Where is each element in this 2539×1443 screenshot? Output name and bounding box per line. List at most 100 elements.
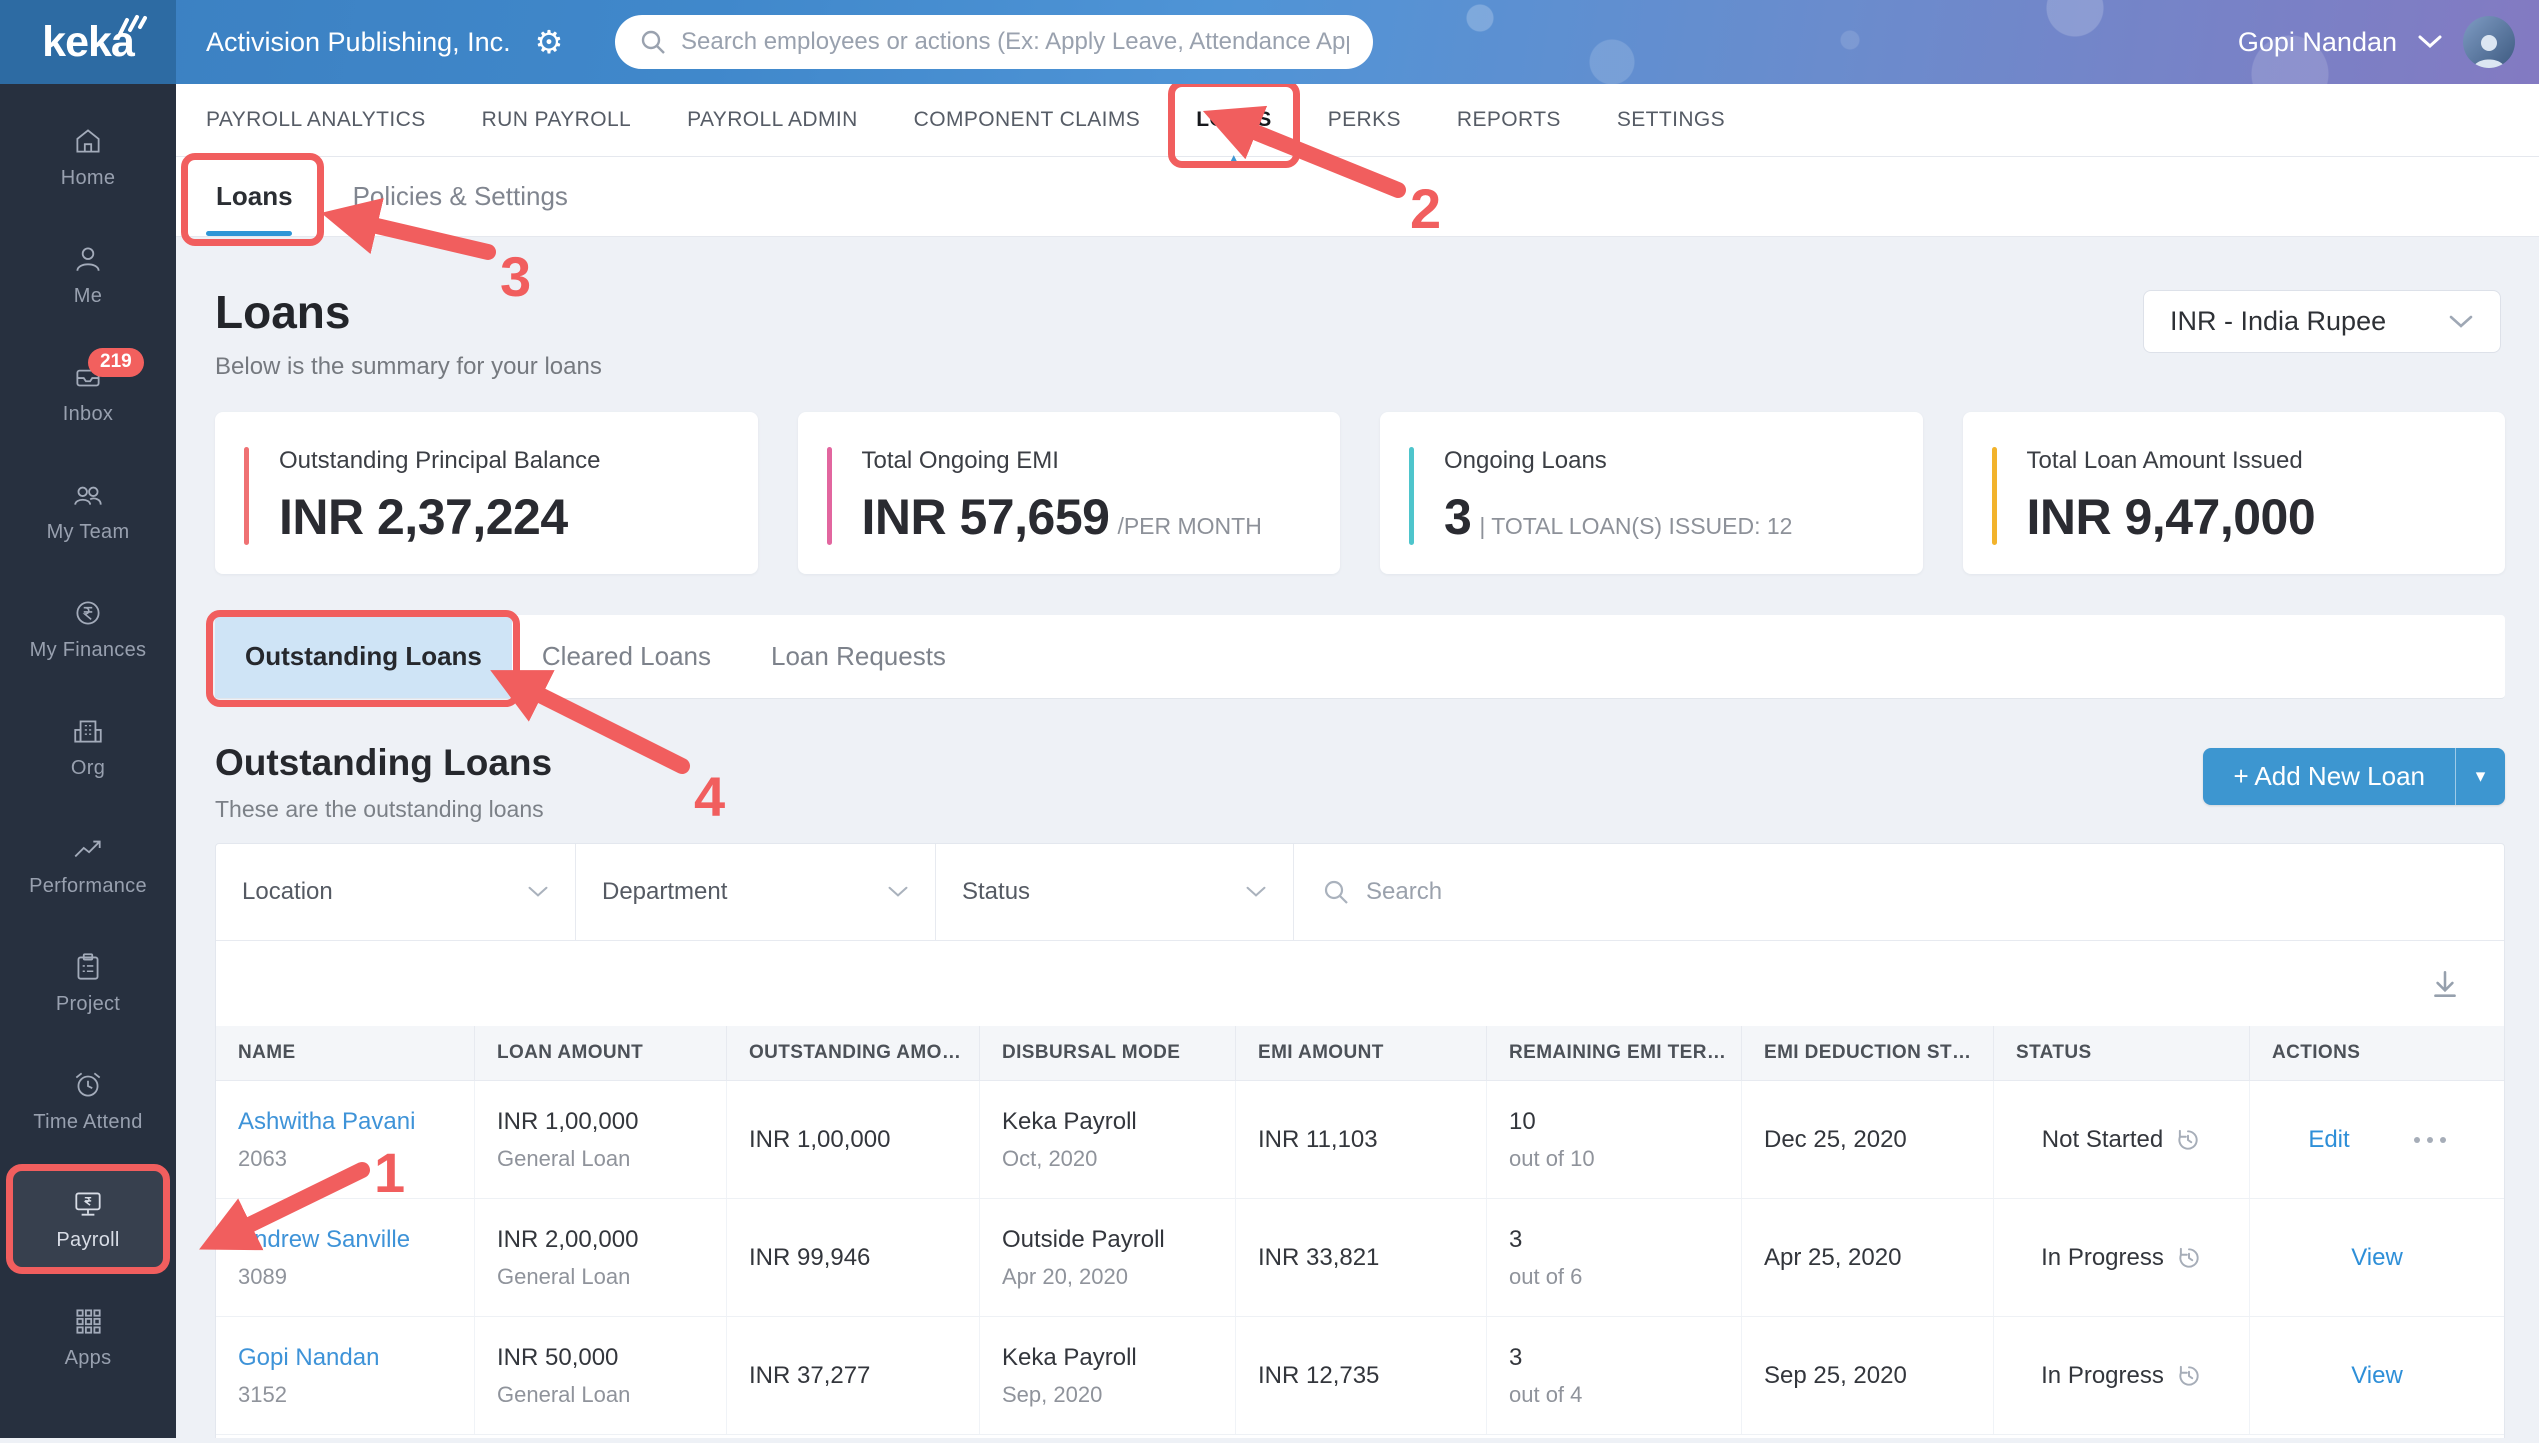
sidebar-item-apps[interactable]: Apps bbox=[0, 1278, 176, 1396]
tab-settings[interactable]: SETTINGS bbox=[1617, 108, 1725, 132]
tab-payroll-analytics[interactable]: PAYROLL ANALYTICS bbox=[206, 108, 426, 132]
sidebar-item-my-finances[interactable]: My Finances bbox=[0, 570, 176, 688]
subtab-policies-settings[interactable]: Policies & Settings bbox=[323, 157, 598, 236]
col-actions[interactable]: ACTIONS bbox=[2250, 1026, 2504, 1080]
loans-subnav: Loans Policies & Settings bbox=[176, 153, 2539, 246]
user-menu[interactable]: Gopi Nandan bbox=[2238, 0, 2515, 84]
view-link[interactable]: View bbox=[2351, 1362, 2403, 1390]
chevron-down-icon bbox=[888, 886, 908, 897]
summary-cards: Outstanding Principal Balance INR 2,37,2… bbox=[215, 412, 2505, 574]
rupee-circle-icon bbox=[71, 596, 105, 630]
col-disbursal-mode[interactable]: DISBURSAL MODE bbox=[980, 1026, 1236, 1080]
col-status[interactable]: STATUS bbox=[1994, 1026, 2250, 1080]
department-filter[interactable]: Department bbox=[576, 844, 936, 940]
card-accent bbox=[1991, 447, 1997, 545]
sidebar-item-home[interactable]: Home bbox=[0, 98, 176, 216]
sidebar-item-time-attend[interactable]: Time Attend bbox=[0, 1042, 176, 1160]
table-row: Andrew Sanville 3089 INR 2,00,000 General … bbox=[216, 1199, 2504, 1317]
tab-cleared-loans[interactable]: Cleared Loans bbox=[512, 615, 741, 698]
card-accent bbox=[244, 447, 249, 545]
employee-link[interactable]: Gopi Nandan bbox=[238, 1344, 452, 1372]
tab-payroll-admin[interactable]: PAYROLL ADMIN bbox=[687, 108, 858, 132]
more-actions-icon[interactable] bbox=[2413, 1136, 2446, 1143]
table-search[interactable] bbox=[1294, 844, 2504, 940]
status-text: Not Started bbox=[2041, 1125, 2164, 1153]
view-link[interactable]: View bbox=[2351, 1244, 2403, 1272]
clipboard-icon bbox=[71, 950, 105, 984]
section-title: Outstanding Loans bbox=[215, 742, 553, 783]
download-icon[interactable] bbox=[2428, 967, 2462, 1001]
edit-link[interactable]: Edit bbox=[2308, 1126, 2349, 1154]
sidebar-item-me[interactable]: Me bbox=[0, 216, 176, 334]
tab-loans[interactable]: LOANS ▲ bbox=[1168, 84, 1300, 172]
tab-perks[interactable]: PERKS bbox=[1328, 108, 1401, 132]
table-search-input[interactable] bbox=[1366, 878, 2476, 906]
search-icon bbox=[641, 30, 665, 54]
card-suffix: | TOTAL LOAN(S) ISSUED: 12 bbox=[1479, 513, 1793, 539]
card-accent bbox=[826, 447, 832, 545]
history-icon[interactable] bbox=[2176, 1245, 2202, 1271]
sidebar-item-payroll[interactable]: Payroll bbox=[0, 1160, 176, 1278]
global-search-input[interactable] bbox=[681, 28, 1349, 56]
tab-component-claims[interactable]: COMPONENT CLAIMS bbox=[914, 108, 1141, 132]
subtab-loans[interactable]: Loans bbox=[181, 153, 324, 246]
sidebar-item-org[interactable]: Org bbox=[0, 688, 176, 806]
location-filter[interactable]: Location bbox=[216, 844, 576, 940]
col-name[interactable]: NAME bbox=[216, 1026, 475, 1080]
building-icon bbox=[71, 714, 105, 748]
add-new-loan-button[interactable]: + Add New Loan ▾ bbox=[2203, 748, 2505, 805]
chevron-down-icon bbox=[528, 886, 548, 897]
table-toolbar bbox=[216, 941, 2504, 1026]
loan-tabs: Outstanding Loans Cleared Loans Loan Req… bbox=[206, 610, 2505, 707]
keka-logo[interactable]: keka bbox=[0, 0, 176, 84]
table-header: NAME LOAN AMOUNT OUTSTANDING AMO… DISBUR… bbox=[216, 1026, 2504, 1081]
sidebar-item-project[interactable]: Project bbox=[0, 924, 176, 1042]
page-subtitle: Below is the summary for your loans bbox=[215, 353, 602, 380]
avatar[interactable] bbox=[2463, 16, 2515, 68]
chevron-down-icon bbox=[1246, 886, 1266, 897]
tab-loan-requests[interactable]: Loan Requests bbox=[741, 615, 976, 698]
col-loan-amount[interactable]: LOAN AMOUNT bbox=[475, 1026, 727, 1080]
global-search[interactable] bbox=[615, 15, 1373, 69]
history-icon[interactable] bbox=[2175, 1127, 2201, 1153]
company-name: Activision Publishing, Inc. bbox=[206, 26, 511, 57]
employee-link[interactable]: Ashwitha Pavani bbox=[238, 1108, 452, 1136]
col-outstanding[interactable]: OUTSTANDING AMO… bbox=[727, 1026, 980, 1080]
filters-bar: Location Department Status bbox=[216, 844, 2504, 941]
card-value: 3 bbox=[1444, 489, 1472, 545]
card-ongoing-loans: Ongoing Loans 3 | TOTAL LOAN(S) ISSUED: … bbox=[1380, 412, 1923, 574]
card-suffix: /PER MONTH bbox=[1117, 513, 1262, 539]
history-icon[interactable] bbox=[2176, 1363, 2202, 1389]
col-emi-amount[interactable]: EMI AMOUNT bbox=[1236, 1026, 1487, 1080]
page-header: Loans Below is the summary for your loan… bbox=[215, 237, 2505, 381]
card-accent bbox=[1409, 447, 1414, 545]
card-value: INR 57,659 bbox=[861, 489, 1110, 545]
col-emi-deduction[interactable]: EMI DEDUCTION ST… bbox=[1742, 1026, 1994, 1080]
card-total-ongoing-emi: Total Ongoing EMI INR 57,659 /PER MONTH bbox=[797, 412, 1340, 574]
inbox-badge: 219 bbox=[88, 348, 144, 377]
gear-icon[interactable]: ⚙ bbox=[535, 26, 564, 58]
active-tab-caret-icon: ▲ bbox=[1222, 148, 1246, 173]
loans-panel: Location Department Status Search NAME L… bbox=[215, 843, 2505, 1438]
apps-grid-icon bbox=[71, 1304, 105, 1338]
status-filter[interactable]: Status bbox=[936, 844, 1294, 940]
alarm-clock-icon bbox=[71, 1068, 105, 1102]
card-value: INR 2,37,224 bbox=[279, 489, 568, 545]
tab-reports[interactable]: REPORTS bbox=[1457, 108, 1561, 132]
employee-link[interactable]: Andrew Sanville bbox=[238, 1226, 452, 1254]
col-remaining-emi[interactable]: REMAINING EMI TER… bbox=[1487, 1026, 1742, 1080]
topbar: keka Activision Publishing, Inc. ⚙ Gopi … bbox=[0, 0, 2539, 84]
card-total-loan-issued: Total Loan Amount Issued INR 9,47,000 bbox=[1962, 412, 2505, 574]
tab-run-payroll[interactable]: RUN PAYROLL bbox=[482, 108, 632, 132]
currency-select[interactable]: INR - India Rupee bbox=[2143, 290, 2501, 353]
chevron-down-icon bbox=[2418, 35, 2442, 49]
sidebar-item-my-team[interactable]: My Team bbox=[0, 452, 176, 570]
chevron-down-icon bbox=[2449, 315, 2473, 328]
sidebar-item-performance[interactable]: Performance bbox=[0, 806, 176, 924]
tab-outstanding-loans[interactable]: Outstanding Loans bbox=[206, 610, 520, 707]
sidebar-item-inbox[interactable]: 219 Inbox bbox=[0, 334, 176, 452]
trend-icon bbox=[71, 832, 105, 866]
avatar-person-icon bbox=[2473, 35, 2505, 68]
team-icon bbox=[71, 478, 105, 512]
add-loan-caret-icon[interactable]: ▾ bbox=[2455, 748, 2505, 805]
